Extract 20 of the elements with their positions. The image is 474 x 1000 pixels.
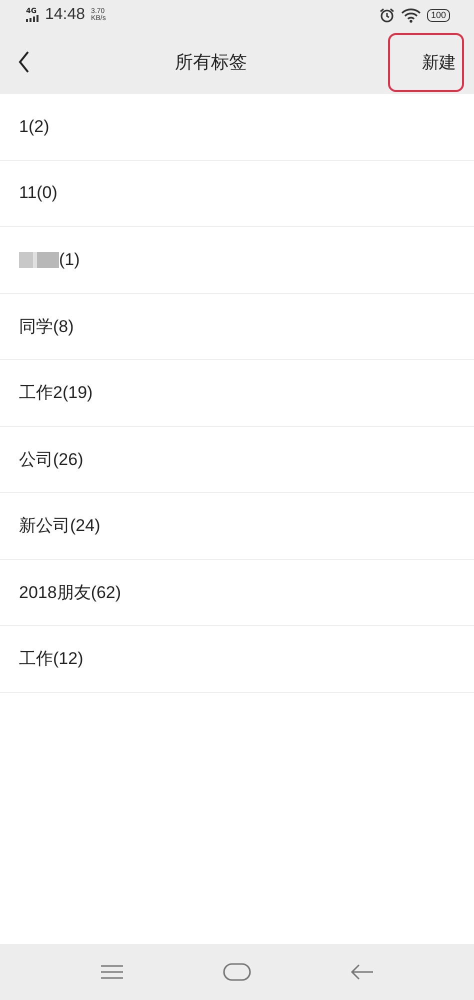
- home-icon[interactable]: [222, 963, 251, 981]
- tag-item[interactable]: 工作2(19): [0, 360, 474, 426]
- page-title: 所有标签: [175, 51, 247, 74]
- back-icon[interactable]: [350, 964, 374, 980]
- tag-item[interactable]: 公司(26): [0, 426, 474, 493]
- tag-item[interactable]: (1): [0, 227, 474, 294]
- new-button[interactable]: 新建: [388, 32, 464, 92]
- wifi-icon: [400, 8, 421, 22]
- menu-icon[interactable]: [100, 964, 124, 980]
- back-icon: [18, 51, 30, 73]
- tag-item[interactable]: 11(0): [0, 160, 474, 227]
- tag-item[interactable]: 工作(12): [0, 626, 474, 692]
- tag-item[interactable]: 1(2): [0, 94, 474, 160]
- signal-icon: [26, 15, 39, 22]
- battery-level: 100: [426, 8, 450, 22]
- tag-item[interactable]: 新公司(24): [0, 493, 474, 560]
- tag-item[interactable]: 同学(8): [0, 294, 474, 360]
- tag-item[interactable]: 2018朋友(62): [0, 560, 474, 626]
- clock-time: 14:48: [45, 6, 86, 24]
- alarm-icon: [378, 7, 395, 23]
